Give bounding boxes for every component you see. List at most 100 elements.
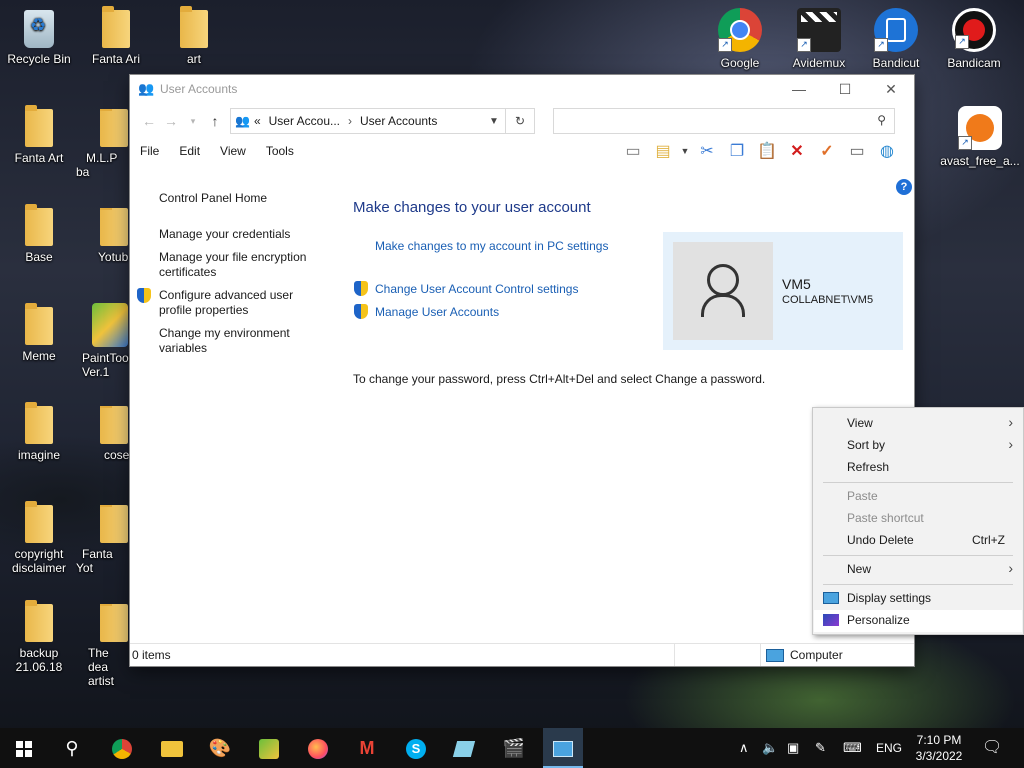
desktop-icon-fanta-yot[interactable]: Fanta Yot (76, 505, 130, 575)
environment-variables-link[interactable]: Change my environment variables (159, 326, 319, 356)
search-input[interactable]: ⚲ (553, 108, 895, 134)
cut-icon[interactable]: ✂ (692, 141, 722, 161)
paste-icon[interactable]: 📋 (752, 141, 782, 161)
pc-settings-link[interactable]: Make changes to my account in PC setting… (375, 239, 608, 253)
desktop-icon-art[interactable]: art (156, 6, 232, 66)
folder-icon (25, 501, 53, 543)
start-button[interactable] (4, 728, 44, 768)
desktop-icon-label: art (186, 52, 201, 66)
breadcrumb-user-accounts[interactable]: User Accounts (360, 114, 437, 128)
chevron-down-icon[interactable]: ▼ (678, 146, 692, 156)
volume-icon[interactable]: 🔈 (762, 728, 778, 768)
file-encryption-link[interactable]: Manage your file encryption certificates (159, 250, 319, 280)
menu-file[interactable]: File (130, 144, 169, 158)
menu-item-view[interactable]: View (847, 416, 1013, 430)
copy-icon[interactable]: ❐ (722, 141, 752, 161)
menu-tools[interactable]: Tools (256, 144, 304, 158)
refresh-button[interactable]: ↻ (506, 108, 535, 134)
menu-item-new[interactable]: New (847, 562, 1013, 576)
desktop-icon-avast[interactable]: ↗ avast_free_a... (937, 106, 1023, 168)
manage-accounts-link[interactable]: Manage User Accounts (375, 305, 499, 319)
desktop-icon-backup[interactable]: backup 21.06.18 (1, 600, 77, 674)
language-indicator[interactable]: ENG (876, 728, 902, 768)
taskbar-notes[interactable] (444, 728, 484, 768)
recent-chevron-icon[interactable]: ▾ (182, 116, 204, 127)
desktop-icon-cose[interactable]: cose (76, 406, 130, 462)
pane-icon[interactable]: ▭ (618, 141, 648, 161)
address-bar[interactable]: 👥 « User Accou... › User Accounts ▼ (230, 108, 506, 134)
status-location: Computer (790, 648, 843, 662)
desktop-icon-copyright[interactable]: copyright disclaimer (1, 501, 77, 575)
desktop-icon-google[interactable]: ↗ Google (702, 8, 778, 70)
folder-options-icon[interactable]: ▤ (648, 141, 678, 161)
close-button[interactable]: ✕ (868, 75, 914, 103)
maximize-button[interactable]: ☐ (822, 75, 868, 103)
notifications-icon[interactable]: 🗨 (982, 728, 1002, 768)
gmail-icon: M (359, 738, 375, 758)
taskbar-paint[interactable]: 🎨 (200, 728, 240, 768)
taskbar-gmail[interactable]: M (347, 728, 387, 768)
control-panel-home-link[interactable]: Control Panel Home (159, 191, 319, 206)
clapperboard-icon: 🎬 (502, 738, 526, 758)
uac-settings-link[interactable]: Change User Account Control settings (375, 282, 578, 296)
desktop-icon-label: Recycle Bin (7, 52, 71, 66)
globe-icon[interactable]: ◍ (872, 141, 902, 161)
desktop-icon-label: PaintTool Ver.1 (82, 351, 130, 379)
desktop-icon-imagine[interactable]: imagine (1, 402, 77, 462)
taskbar-avidemux[interactable]: 🎬 (494, 728, 534, 768)
forward-arrow-icon[interactable]: → (160, 113, 182, 129)
search-button[interactable]: ⚲ (52, 728, 92, 768)
desktop-icon-fanta-ari[interactable]: Fanta Ari (78, 6, 154, 66)
chevron-up-icon[interactable]: ∧ (739, 728, 749, 768)
taskbar-control-panel[interactable] (543, 728, 583, 768)
desktop-icon-meme[interactable]: Meme (1, 303, 77, 363)
breadcrumb-user-accounts-parent[interactable]: User Accou... (269, 114, 340, 128)
manage-credentials-link[interactable]: Manage your credentials (159, 227, 319, 242)
title-bar[interactable]: 👥 User Accounts — ☐ ✕ (130, 75, 914, 103)
pen-icon[interactable]: ✎ (815, 728, 826, 768)
keyboard-icon[interactable]: ⌨ (843, 728, 862, 768)
menu-item-refresh[interactable]: Refresh (847, 460, 1013, 474)
desktop-icon-fanta-art[interactable]: Fanta Art (1, 105, 77, 165)
desktop-icon-label: Avidemux (792, 56, 846, 70)
menu-item-paste[interactable]: Paste (847, 489, 1013, 503)
desktop-icon-mlp[interactable]: M.L.P ba (76, 109, 130, 179)
desktop-icon-label: Bandicam (947, 56, 1001, 70)
desktop-icon-base[interactable]: Base (1, 204, 77, 264)
minimize-button[interactable]: — (776, 75, 822, 103)
advanced-profile-link[interactable]: Configure advanced user profile properti… (159, 288, 319, 318)
menu-item-paste-shortcut[interactable]: Paste shortcut (847, 511, 1013, 525)
menu-view[interactable]: View (210, 144, 256, 158)
search-icon: ⚲ (65, 738, 79, 758)
delete-icon[interactable]: ✕ (782, 141, 812, 161)
desktop-icon-label: Fanta Art (14, 151, 64, 165)
desktop-icon-yotub[interactable]: Yotub (76, 208, 130, 264)
taskbar-chrome[interactable] (102, 728, 142, 768)
menu-item-display-settings[interactable]: Display settings (847, 591, 1013, 605)
clock[interactable]: 7:10 PM 3/3/2022 (903, 732, 975, 764)
desktop-icon-bandicut[interactable]: ↗ Bandicut (858, 8, 934, 70)
up-arrow-icon[interactable]: ↑ (204, 113, 226, 129)
clapperboard-icon: ↗ (797, 8, 841, 52)
network-icon[interactable]: ▣ (787, 728, 799, 768)
chevron-down-icon[interactable]: ▼ (483, 116, 505, 127)
menu-item-personalize[interactable]: Personalize (847, 613, 1013, 627)
clock-date: 3/3/2022 (915, 749, 963, 763)
back-arrow-icon[interactable]: ← (138, 113, 160, 129)
help-icon[interactable]: ? (896, 179, 912, 195)
desktop-icon-avidemux[interactable]: ↗ Avidemux (781, 8, 857, 70)
skype-icon: S (406, 739, 426, 760)
check-icon[interactable]: ✓ (812, 141, 842, 161)
properties-icon[interactable]: ▭ (842, 141, 872, 161)
menu-item-sort-by[interactable]: Sort by (847, 438, 1013, 452)
desktop-icon-painttool[interactable]: PaintTool Ver.1 (76, 303, 130, 379)
taskbar-skype[interactable]: S (396, 728, 436, 768)
taskbar-firefox[interactable] (298, 728, 338, 768)
desktop-icon-recycle-bin[interactable]: Recycle Bin (1, 10, 77, 66)
taskbar-painttool[interactable] (249, 728, 289, 768)
menu-edit[interactable]: Edit (169, 144, 210, 158)
taskbar-file-explorer[interactable] (152, 728, 192, 768)
address-overflow[interactable]: « (254, 114, 261, 128)
desktop-icon-dea-artist[interactable]: The dea artist (76, 604, 130, 688)
desktop-icon-bandicam[interactable]: ↗ Bandicam (936, 8, 1012, 70)
